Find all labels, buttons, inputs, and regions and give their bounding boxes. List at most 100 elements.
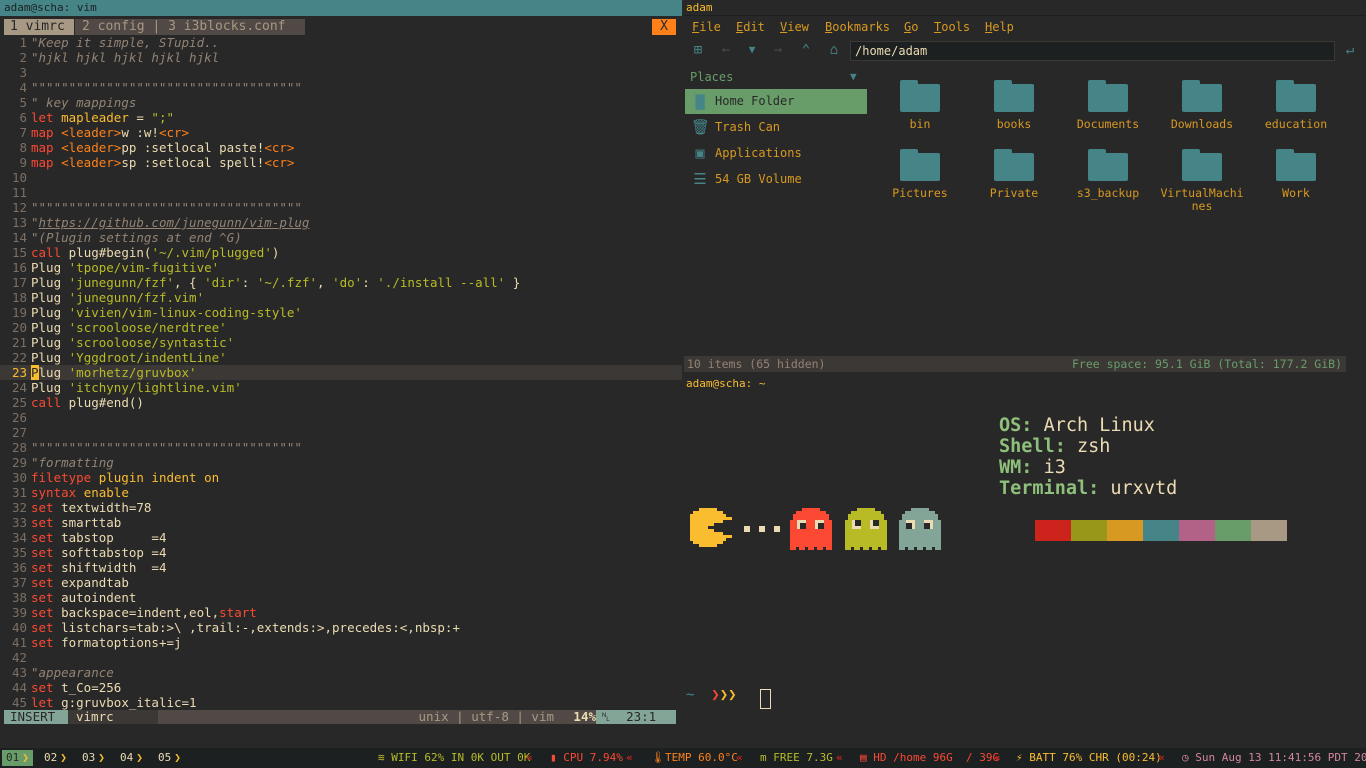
code-line[interactable]: 20 Plug 'scrooloose/nerdtree'	[0, 320, 682, 335]
vim-buffer[interactable]: 1 "Keep it simple, STupid.. 2 "hjkl hjkl hj…	[0, 35, 682, 710]
file-manager-window[interactable]: adam File Edit View Bookmarks Go Tools Help ⊞ …	[684, 0, 1366, 373]
code-line[interactable]: 16 Plug 'tpope/vim-fugitive'	[0, 260, 682, 275]
code-line[interactable]: 13 "https://github.com/junegunn/vim-plug	[0, 215, 682, 230]
menu-edit[interactable]: Edit	[736, 20, 765, 35]
menu-view[interactable]: View	[780, 20, 809, 35]
code-line[interactable]: 6 let mapleader = ";"	[0, 110, 682, 125]
code-token: '~/.vim/plugged'	[151, 245, 272, 260]
code-line[interactable]: 40 set listchars=tab:>\ ,trail:-,extends:…	[0, 620, 682, 635]
code-line[interactable]: 34 set tabstop =4	[0, 530, 682, 545]
home-icon[interactable]: ⌂	[826, 42, 842, 58]
code-line[interactable]: 12 """"""""""""""""""""""""""""""""""""	[0, 200, 682, 215]
code-line[interactable]: 43 "appearance	[0, 665, 682, 680]
code-line[interactable]: 44 set t_Co=256	[0, 680, 682, 695]
up-arrow-icon[interactable]: ⌃	[798, 42, 814, 58]
menu-tools[interactable]: Tools	[934, 20, 970, 35]
folder-item[interactable]: education	[1251, 66, 1341, 131]
code-line[interactable]: 29 "formatting	[0, 455, 682, 470]
back-arrow-icon[interactable]: ←	[718, 42, 734, 58]
folder-item[interactable]: VirtualMachines	[1157, 135, 1247, 213]
folder-item[interactable]: Pictures	[875, 135, 965, 200]
code-token: expandtab	[61, 575, 129, 590]
new-tab-icon[interactable]: ⊞	[690, 42, 706, 58]
code-line[interactable]: 19 Plug 'vivien/vim-linux-coding-style'	[0, 305, 682, 320]
workspace-02[interactable]: 02 ❯	[40, 750, 71, 766]
place-applications[interactable]: ▣ Applications	[685, 141, 867, 166]
code-line[interactable]: 39 set backspace=indent,eol,start	[0, 605, 682, 620]
code-line[interactable]: 18 Plug 'junegunn/fzf.vim'	[0, 290, 682, 305]
chevron-right-icon: ❯	[60, 751, 67, 764]
folder-item[interactable]: Downloads	[1157, 66, 1247, 131]
code-line[interactable]: 21 Plug 'scrooloose/syntastic'	[0, 335, 682, 350]
terminal-cursor[interactable]	[760, 689, 771, 709]
place-label: Applications	[715, 146, 802, 160]
location-path-input[interactable]: /home/adam	[850, 41, 1335, 61]
code-line[interactable]: 30 filetype plugin indent on	[0, 470, 682, 485]
vim-window[interactable]: adam@scha: vim 1 vimrc 2 config | 3 i3bl…	[0, 0, 682, 746]
menu-help[interactable]: Help	[985, 20, 1014, 35]
folder-item[interactable]: books	[969, 66, 1059, 131]
code-line[interactable]: 2 "hjkl hjkl hjkl hjkl hjkl	[0, 50, 682, 65]
place-home-folder[interactable]: ▇ Home Folder	[685, 89, 867, 114]
code-line[interactable]: 42	[0, 650, 682, 665]
workspace-05[interactable]: 05 ❯	[154, 750, 185, 766]
code-line[interactable]: 33 set smarttab	[0, 515, 682, 530]
code-line[interactable]: 3	[0, 65, 682, 80]
menu-go[interactable]: Go	[904, 20, 918, 35]
code-line[interactable]: 31 syntax enable	[0, 485, 682, 500]
folder-item[interactable]: Documents	[1063, 66, 1153, 131]
places-collapse-icon[interactable]: ▼	[850, 70, 857, 83]
folder-item[interactable]: Private	[969, 135, 1059, 200]
code-line[interactable]: 8 map <leader>pp :setlocal paste!<cr>	[0, 140, 682, 155]
folder-item[interactable]: Work	[1251, 135, 1341, 200]
code-line[interactable]: 23 Plug 'morhetz/gruvbox'	[0, 365, 682, 380]
chevron-right-icon: ❯	[22, 751, 29, 764]
menu-file[interactable]: File	[692, 20, 721, 35]
code-line[interactable]: 26	[0, 410, 682, 425]
workspace-04[interactable]: 04 ❯	[116, 750, 147, 766]
history-dropdown-icon[interactable]: ▼	[744, 42, 760, 58]
workspace-03[interactable]: 03 ❯	[78, 750, 109, 766]
code-line[interactable]: 5 " key mappings	[0, 95, 682, 110]
code-line[interactable]: 27	[0, 425, 682, 440]
place-54-gb-volume[interactable]: ☰ 54 GB Volume	[685, 167, 867, 192]
code-line[interactable]: 9 map <leader>sp :setlocal spell!<cr>	[0, 155, 682, 170]
forward-arrow-icon[interactable]: →	[770, 42, 786, 58]
vim-tab-close-button[interactable]: X	[652, 19, 676, 35]
code-line[interactable]: 45 let g:gruvbox_italic=1	[0, 695, 682, 710]
menu-bookmarks[interactable]: Bookmarks	[825, 20, 890, 35]
code-line[interactable]: 28 """"""""""""""""""""""""""""""""""""	[0, 440, 682, 455]
code-line[interactable]: 11	[0, 185, 682, 200]
place-trash-can[interactable]: 🗑︎ Trash Can	[685, 115, 867, 140]
vim-tab-vimrc[interactable]: 1 vimrc	[4, 19, 74, 35]
code-line[interactable]: 1 "Keep it simple, STupid..	[0, 35, 682, 50]
code-line[interactable]: 36 set shiftwidth =4	[0, 560, 682, 575]
vim-tab-others[interactable]: 2 config | 3 i3blocks.conf	[75, 19, 305, 35]
code-line[interactable]: 24 Plug 'itchyny/lightline.vim'	[0, 380, 682, 395]
vim-statusline: INSERT vimrc unix | utf-8 | vim 14% ␤ 23…	[4, 710, 676, 724]
workspace-01[interactable]: 01 ❯	[2, 750, 33, 766]
terminal-window[interactable]: adam@scha: ~ OS: Arch Linux Shell: zsh WM:…	[684, 375, 1366, 746]
code-token: plugin indent on	[98, 470, 220, 485]
code-line[interactable]: 22 Plug 'Yggdroot/indentLine'	[0, 350, 682, 365]
code-line[interactable]: 41 set formatoptions+=j	[0, 635, 682, 650]
line-number: 12	[11, 200, 27, 215]
code-line[interactable]: 17 Plug 'junegunn/fzf', { 'dir': '~/.fzf'…	[0, 275, 682, 290]
code-line[interactable]: 37 set expandtab	[0, 575, 682, 590]
code-line[interactable]: 7 map <leader>w :w!<cr>	[0, 125, 682, 140]
code-token: <cr>	[158, 125, 190, 140]
folder-item[interactable]: bin	[875, 66, 965, 131]
code-line[interactable]: 35 set softtabstop =4	[0, 545, 682, 560]
code-line[interactable]: 15 call plug#begin('~/.vim/plugged')	[0, 245, 682, 260]
code-token: 'dir'	[204, 275, 242, 290]
code-line[interactable]: 25 call plug#end()	[0, 395, 682, 410]
place-label: 54 GB Volume	[715, 172, 802, 186]
code-line[interactable]: 38 set autoindent	[0, 590, 682, 605]
code-line[interactable]: 32 set textwidth=78	[0, 500, 682, 515]
folder-item[interactable]: s3_backup	[1063, 135, 1153, 200]
line-number: 32	[11, 500, 27, 515]
code-line[interactable]: 10	[0, 170, 682, 185]
go-enter-icon[interactable]: ↵	[1342, 42, 1358, 58]
code-line[interactable]: 14 "(Plugin settings at end ^G)	[0, 230, 682, 245]
code-line[interactable]: 4 """"""""""""""""""""""""""""""""""""	[0, 80, 682, 95]
